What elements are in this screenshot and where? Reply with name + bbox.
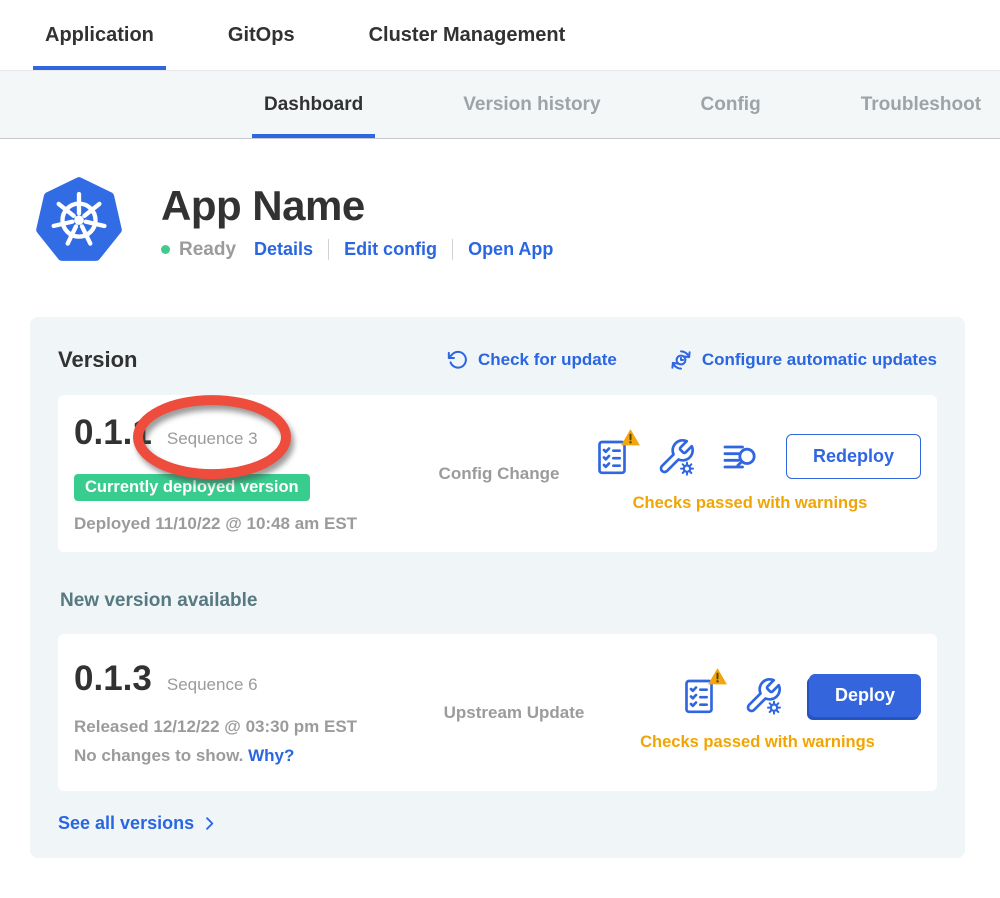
version-panel-title: Version bbox=[58, 347, 137, 373]
redeploy-button[interactable]: Redeploy bbox=[786, 434, 921, 479]
available-version-card: 0.1.3 Sequence 6 Released 12/12/22 @ 03:… bbox=[58, 634, 937, 791]
tab-version-history[interactable]: Version history bbox=[451, 71, 612, 138]
status-badge: Ready bbox=[179, 239, 236, 261]
page-title: App Name bbox=[161, 182, 553, 230]
divider bbox=[328, 239, 329, 260]
deployed-timestamp: Deployed 11/10/22 @ 10:48 am EST bbox=[74, 514, 419, 534]
current-sequence-text: Sequence 3 bbox=[167, 429, 258, 448]
current-version-card: 0.1.1 Sequence 3 Currently deployed vers… bbox=[58, 395, 937, 552]
clock-refresh-icon bbox=[669, 348, 693, 372]
released-timestamp: Released 12/12/22 @ 03:30 pm EST bbox=[74, 717, 434, 737]
preflight-checks-button[interactable] bbox=[677, 674, 721, 718]
current-version-number: 0.1.1 bbox=[74, 413, 152, 453]
see-all-versions-label: See all versions bbox=[58, 813, 194, 834]
chevron-right-icon bbox=[201, 815, 218, 832]
primary-nav: Application GitOps Cluster Management bbox=[0, 0, 1000, 71]
kubernetes-logo-icon bbox=[35, 175, 123, 267]
tab-troubleshoot[interactable]: Troubleshoot bbox=[849, 71, 993, 138]
status-dot bbox=[161, 245, 170, 254]
check-for-update-button[interactable]: Check for update bbox=[447, 349, 617, 371]
wrench-gear-icon bbox=[742, 676, 784, 716]
available-source-label: Upstream Update bbox=[434, 703, 594, 723]
why-link[interactable]: Why? bbox=[248, 746, 294, 765]
wrench-gear-icon bbox=[655, 437, 697, 477]
warning-triangle-icon bbox=[620, 428, 641, 447]
current-checks-status: Checks passed with warnings bbox=[579, 494, 921, 513]
edit-config-icon-button[interactable] bbox=[741, 674, 785, 718]
divider bbox=[452, 239, 453, 260]
available-sequence-text: Sequence 6 bbox=[167, 675, 258, 695]
nav-item-cluster-management[interactable]: Cluster Management bbox=[357, 0, 578, 70]
edit-config-link[interactable]: Edit config bbox=[344, 239, 437, 260]
refresh-icon bbox=[447, 349, 469, 371]
nav-item-gitops[interactable]: GitOps bbox=[216, 0, 307, 70]
secondary-nav: Dashboard Version history Config Trouble… bbox=[0, 71, 1000, 139]
nav-item-application[interactable]: Application bbox=[33, 0, 166, 70]
deploy-button[interactable]: Deploy bbox=[809, 674, 921, 717]
preflight-checks-button[interactable] bbox=[590, 435, 634, 479]
app-header: App Name Ready Details Edit config Open … bbox=[0, 139, 1000, 267]
edit-config-icon-button[interactable] bbox=[654, 435, 698, 479]
current-sequence-label: Sequence 3 bbox=[167, 429, 258, 449]
open-app-link[interactable]: Open App bbox=[468, 239, 553, 260]
available-checks-status: Checks passed with warnings bbox=[594, 733, 921, 752]
new-version-heading: New version available bbox=[60, 590, 937, 612]
details-link[interactable]: Details bbox=[254, 239, 313, 260]
see-all-versions-link[interactable]: See all versions bbox=[58, 813, 937, 834]
tab-config[interactable]: Config bbox=[689, 71, 773, 138]
configure-automatic-updates-label: Configure automatic updates bbox=[702, 350, 937, 370]
view-diff-button[interactable] bbox=[718, 435, 762, 479]
no-changes-text: No changes to show. bbox=[74, 746, 243, 765]
current-source-label: Config Change bbox=[419, 464, 579, 484]
file-diff-icon bbox=[720, 437, 760, 477]
currently-deployed-badge: Currently deployed version bbox=[74, 474, 310, 501]
available-version-number: 0.1.3 bbox=[74, 659, 152, 699]
check-for-update-label: Check for update bbox=[478, 350, 617, 370]
warning-triangle-icon bbox=[707, 667, 728, 686]
configure-automatic-updates-button[interactable]: Configure automatic updates bbox=[669, 348, 937, 372]
tab-dashboard[interactable]: Dashboard bbox=[252, 71, 375, 138]
version-panel: Version Check for update Configure bbox=[30, 317, 965, 858]
